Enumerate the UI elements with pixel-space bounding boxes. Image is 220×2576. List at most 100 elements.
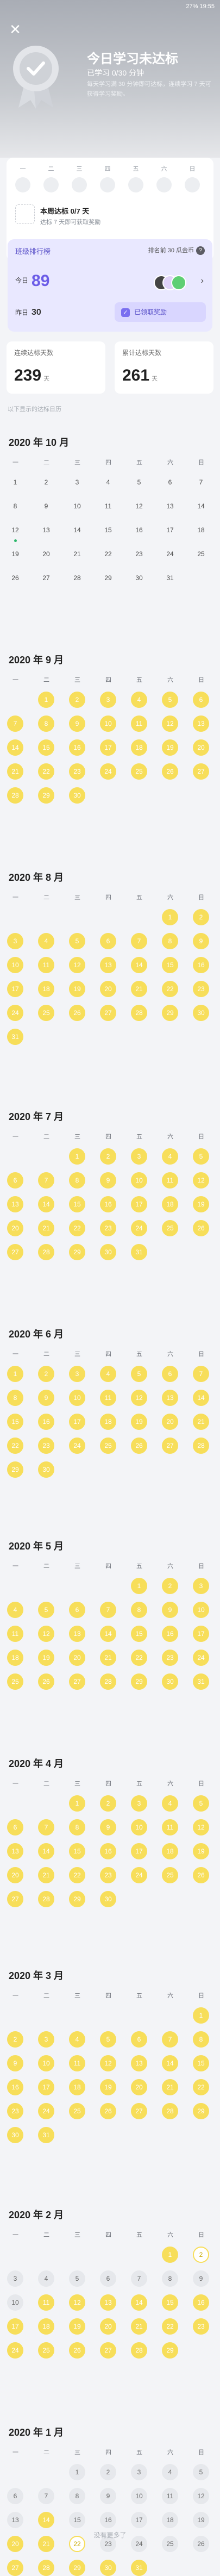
calendar-day[interactable]: 3 xyxy=(131,1795,147,1812)
calendar-day[interactable]: 17 xyxy=(131,1843,147,1859)
calendar-day[interactable]: 20 xyxy=(162,1414,178,1430)
calendar-day[interactable]: 11 xyxy=(162,2488,178,2504)
calendar-day[interactable]: 23 xyxy=(100,1867,116,1883)
calendar-day[interactable]: 25 xyxy=(7,1673,23,1690)
calendar-day[interactable]: 18 xyxy=(38,981,54,997)
calendar-day[interactable]: 27 xyxy=(69,1673,85,1690)
calendar-day[interactable]: 14 xyxy=(193,1390,209,1406)
calendar-day[interactable]: 14 xyxy=(38,1843,54,1859)
calendar-day[interactable]: 3 xyxy=(7,2270,23,2287)
calendar-day[interactable]: 31 xyxy=(193,1673,209,1690)
calendar-day[interactable]: 19 xyxy=(69,981,85,997)
calendar-day[interactable]: 1 xyxy=(7,474,23,490)
calendar-day[interactable]: 23 xyxy=(38,1438,54,1454)
calendar-day[interactable]: 12 xyxy=(162,715,178,732)
calendar-day[interactable]: 20 xyxy=(38,546,54,562)
calendar-day[interactable]: 13 xyxy=(7,2512,23,2528)
calendar-day[interactable]: 11 xyxy=(7,1626,23,1642)
calendar-day[interactable]: 13 xyxy=(193,715,209,732)
calendar-day[interactable]: 5 xyxy=(131,474,147,490)
calendar-day[interactable]: 9 xyxy=(38,1390,54,1406)
calendar-day[interactable]: 5 xyxy=(193,2464,209,2480)
calendar-day[interactable]: 19 xyxy=(193,1843,209,1859)
calendar-day[interactable]: 12 xyxy=(193,1819,209,1835)
calendar-day[interactable]: 25 xyxy=(69,2103,85,2119)
calendar-day[interactable]: 19 xyxy=(7,546,23,562)
calendar-day[interactable]: 1 xyxy=(69,2464,85,2480)
calendar-day[interactable]: 26 xyxy=(131,1438,147,1454)
calendar-day[interactable]: 12 xyxy=(100,2055,116,2071)
calendar-day[interactable]: 30 xyxy=(7,2127,23,2143)
calendar-day[interactable]: 3 xyxy=(100,692,116,708)
calendar-day[interactable]: 12 xyxy=(38,1626,54,1642)
calendar-day[interactable]: 7 xyxy=(38,2488,54,2504)
calendar-day[interactable]: 7 xyxy=(100,1602,116,1618)
calendar-day[interactable]: 21 xyxy=(7,763,23,780)
calendar-day[interactable]: 20 xyxy=(7,1867,23,1883)
calendar-day[interactable]: 7 xyxy=(38,1819,54,1835)
calendar-day[interactable]: 29 xyxy=(162,1005,178,1021)
calendar-day[interactable]: 26 xyxy=(7,570,23,586)
calendar-day[interactable]: 7 xyxy=(193,474,209,490)
calendar-day[interactable]: 8 xyxy=(69,1172,85,1189)
class-ranking-card[interactable]: 班级排行榜 排名前 30 瓜金币? 今日 89 › 昨日 30 ✓ 已领取奖励 xyxy=(8,239,212,332)
calendar-day[interactable]: 13 xyxy=(131,2055,147,2071)
calendar-day[interactable]: 8 xyxy=(162,933,178,949)
calendar-day[interactable]: 1 xyxy=(131,1578,147,1594)
calendar-day[interactable]: 1 xyxy=(69,1148,85,1165)
calendar-day[interactable]: 24 xyxy=(193,1650,209,1666)
calendar-day[interactable]: 13 xyxy=(162,498,178,514)
calendar-day[interactable]: 21 xyxy=(162,2079,178,2095)
calendar-day[interactable]: 25 xyxy=(38,2342,54,2359)
calendar-day[interactable]: 2 xyxy=(100,1795,116,1812)
calendar-day[interactable]: 24 xyxy=(131,1867,147,1883)
calendar-day[interactable]: 29 xyxy=(69,1244,85,1260)
calendar-day[interactable]: 15 xyxy=(69,1843,85,1859)
calendar-day[interactable]: 19 xyxy=(38,1650,54,1666)
calendar-day[interactable]: 12 xyxy=(131,498,147,514)
calendar-day[interactable]: 30 xyxy=(100,1891,116,1907)
calendar-day[interactable]: 2 xyxy=(193,2247,209,2263)
calendar-day[interactable]: 19 xyxy=(131,1414,147,1430)
calendar-day[interactable]: 5 xyxy=(131,1366,147,1382)
calendar-day[interactable]: 6 xyxy=(162,1366,178,1382)
calendar-day[interactable]: 23 xyxy=(7,2103,23,2119)
calendar-day[interactable]: 1 xyxy=(7,1366,23,1382)
calendar-day[interactable]: 15 xyxy=(69,2512,85,2528)
calendar-day[interactable]: 18 xyxy=(162,1196,178,1212)
calendar-day[interactable]: 8 xyxy=(7,1390,23,1406)
calendar-day[interactable]: 7 xyxy=(193,1366,209,1382)
calendar-day[interactable]: 24 xyxy=(7,2342,23,2359)
calendar-day[interactable]: 22 xyxy=(7,1438,23,1454)
calendar-day[interactable]: 4 xyxy=(131,692,147,708)
calendar-day[interactable]: 8 xyxy=(131,1602,147,1618)
calendar-day[interactable]: 10 xyxy=(69,1390,85,1406)
calendar-day[interactable]: 9 xyxy=(193,2270,209,2287)
calendar-day[interactable]: 6 xyxy=(7,1172,23,1189)
calendar-day[interactable]: 24 xyxy=(100,763,116,780)
calendar-day[interactable]: 18 xyxy=(38,2318,54,2335)
calendar-day[interactable]: 28 xyxy=(162,2103,178,2119)
calendar-day[interactable]: 17 xyxy=(193,1626,209,1642)
calendar-day[interactable]: 21 xyxy=(38,1220,54,1236)
calendar-day[interactable]: 3 xyxy=(193,1578,209,1594)
calendar-day[interactable]: 26 xyxy=(193,1220,209,1236)
calendar-day[interactable]: 24 xyxy=(131,1220,147,1236)
calendar-day[interactable]: 9 xyxy=(100,1172,116,1189)
calendar-day[interactable]: 13 xyxy=(7,1196,23,1212)
calendar-day[interactable]: 29 xyxy=(162,2342,178,2359)
calendar-day[interactable]: 3 xyxy=(131,2464,147,2480)
calendar-day[interactable]: 28 xyxy=(38,1244,54,1260)
calendar-day[interactable]: 19 xyxy=(162,739,178,756)
calendar-day[interactable]: 22 xyxy=(162,2318,178,2335)
calendar-day[interactable]: 9 xyxy=(193,933,209,949)
calendar-day[interactable]: 4 xyxy=(69,2031,85,2048)
calendar-day[interactable]: 16 xyxy=(69,739,85,756)
calendar-day[interactable]: 19 xyxy=(69,2318,85,2335)
calendar-day[interactable]: 30 xyxy=(100,2560,116,2576)
calendar-day[interactable]: 15 xyxy=(7,1414,23,1430)
calendar-day[interactable]: 15 xyxy=(162,957,178,973)
calendar-day[interactable]: 26 xyxy=(69,2342,85,2359)
calendar-day[interactable]: 30 xyxy=(131,570,147,586)
calendar-day[interactable]: 30 xyxy=(69,787,85,804)
